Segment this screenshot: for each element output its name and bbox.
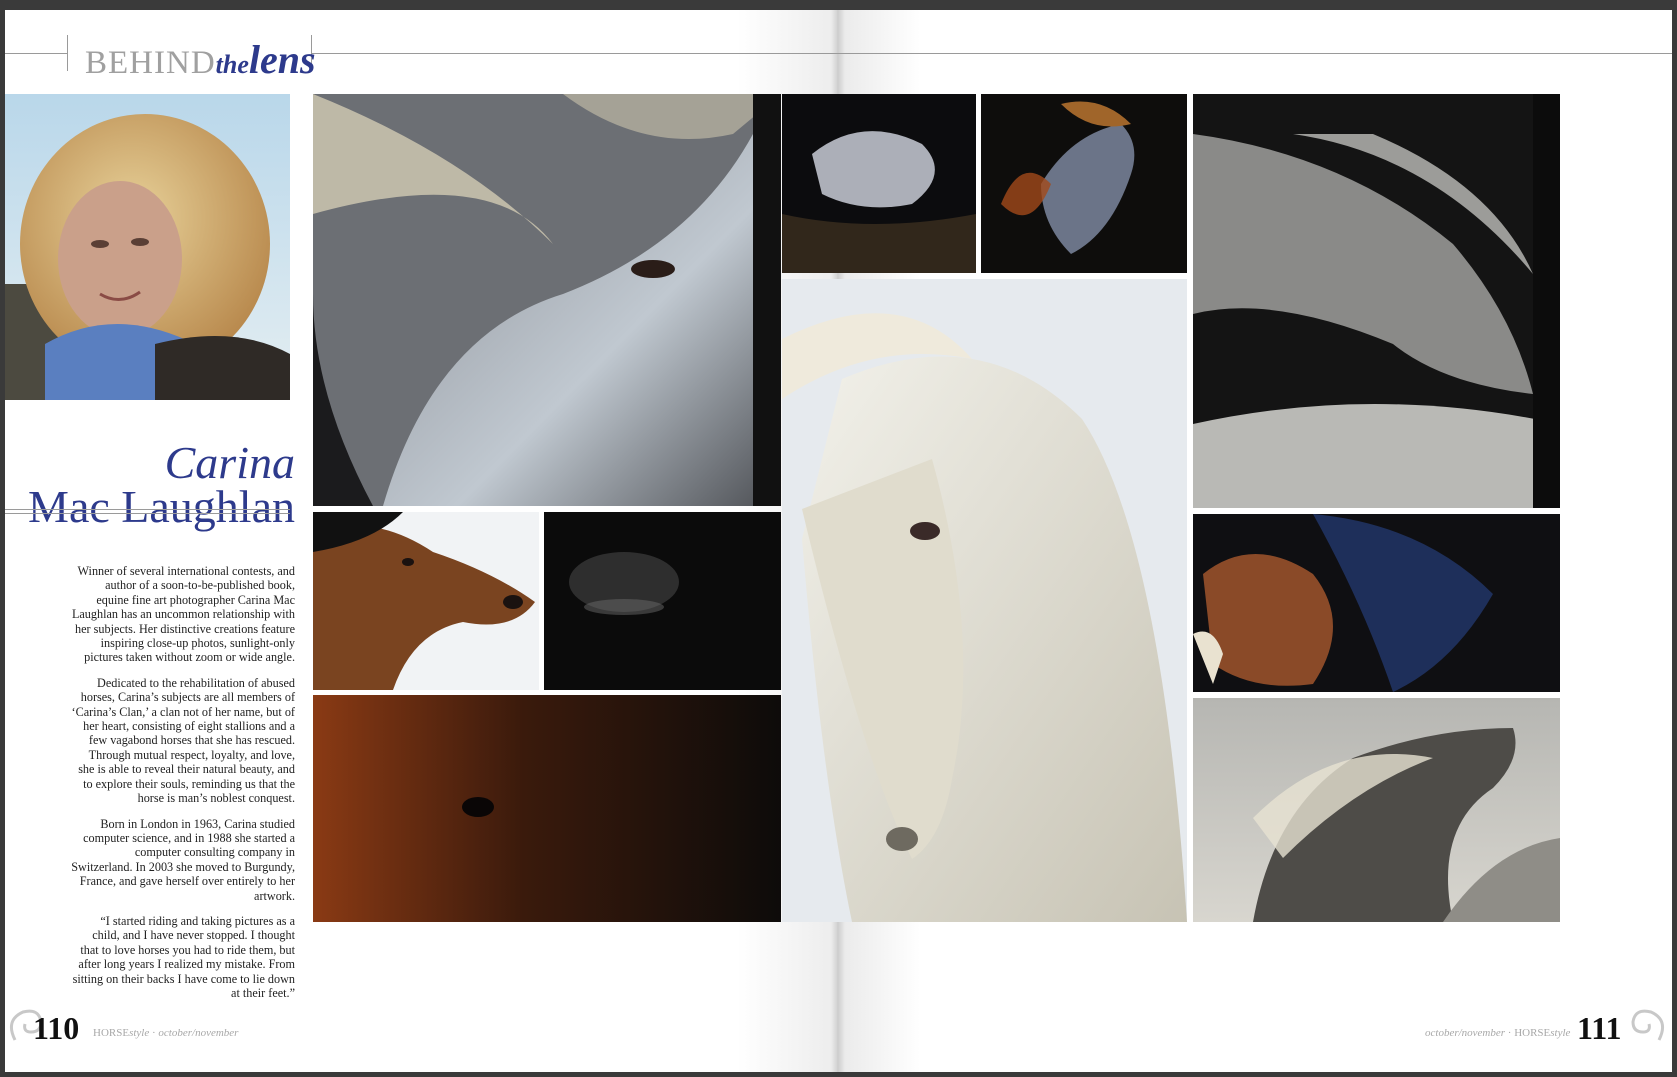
magazine-spread: BEHINDthelens Carina Mac Laughlan Winner… [5,10,1672,1072]
footer-magazine-name: HORSE [93,1027,130,1039]
dark-nostril-photo [544,512,781,690]
article-body: Winner of several international contests… [71,564,295,1011]
brown-horse-head-photo [313,512,539,690]
grey-horse-closeup-photo [313,94,781,506]
header-bar-left [67,35,68,71]
footer-magazine-name: HORSE [1514,1027,1551,1039]
footer-magazine-right: october/november · HORSEstyle [1425,1027,1571,1039]
section-title-the: the [215,50,249,79]
header-rule-right [311,53,1672,54]
article-paragraph: Dedicated to the rehabilitation of abuse… [71,675,295,806]
name-rule-1 [5,509,290,510]
name-rule-2 [5,513,290,514]
biting-horse-photo [1193,514,1560,692]
portrait-photo [5,94,290,400]
header-rule-left [5,53,67,54]
last-name: Mac Laughlan [28,481,295,532]
section-title: BEHINDthelens [85,40,316,80]
grey-horse-neck-photo [1193,94,1560,508]
grey-horse-sky-photo [1193,698,1560,922]
page-number-left: 110 [33,1010,80,1046]
white-horse-portrait-photo [782,279,1187,922]
section-title-behind: BEHIND [85,45,216,81]
ornament-swirl-right [1631,1009,1665,1041]
section-title-lens: lens [248,37,316,82]
white-horse-rolling-photo [782,94,976,273]
first-name: Carina [164,437,295,488]
chestnut-horse-eye-photo [313,695,781,922]
footer-issue: october/november [158,1027,239,1039]
page-number-right: 111 [1577,1010,1622,1046]
footer-magazine-left: HORSEstyle · october/november [93,1027,239,1039]
article-paragraph: Born in London in 1963, Carina studied c… [71,816,295,903]
rearing-horse-photo [981,94,1187,273]
footer-magazine-suffix: style [1550,1027,1571,1039]
article-paragraph: “I started riding and taking pictures as… [72,913,295,1000]
article-paragraph: Winner of several international contests… [71,564,295,665]
footer-issue: october/november [1425,1027,1506,1039]
footer-magazine-suffix: style [129,1027,150,1039]
